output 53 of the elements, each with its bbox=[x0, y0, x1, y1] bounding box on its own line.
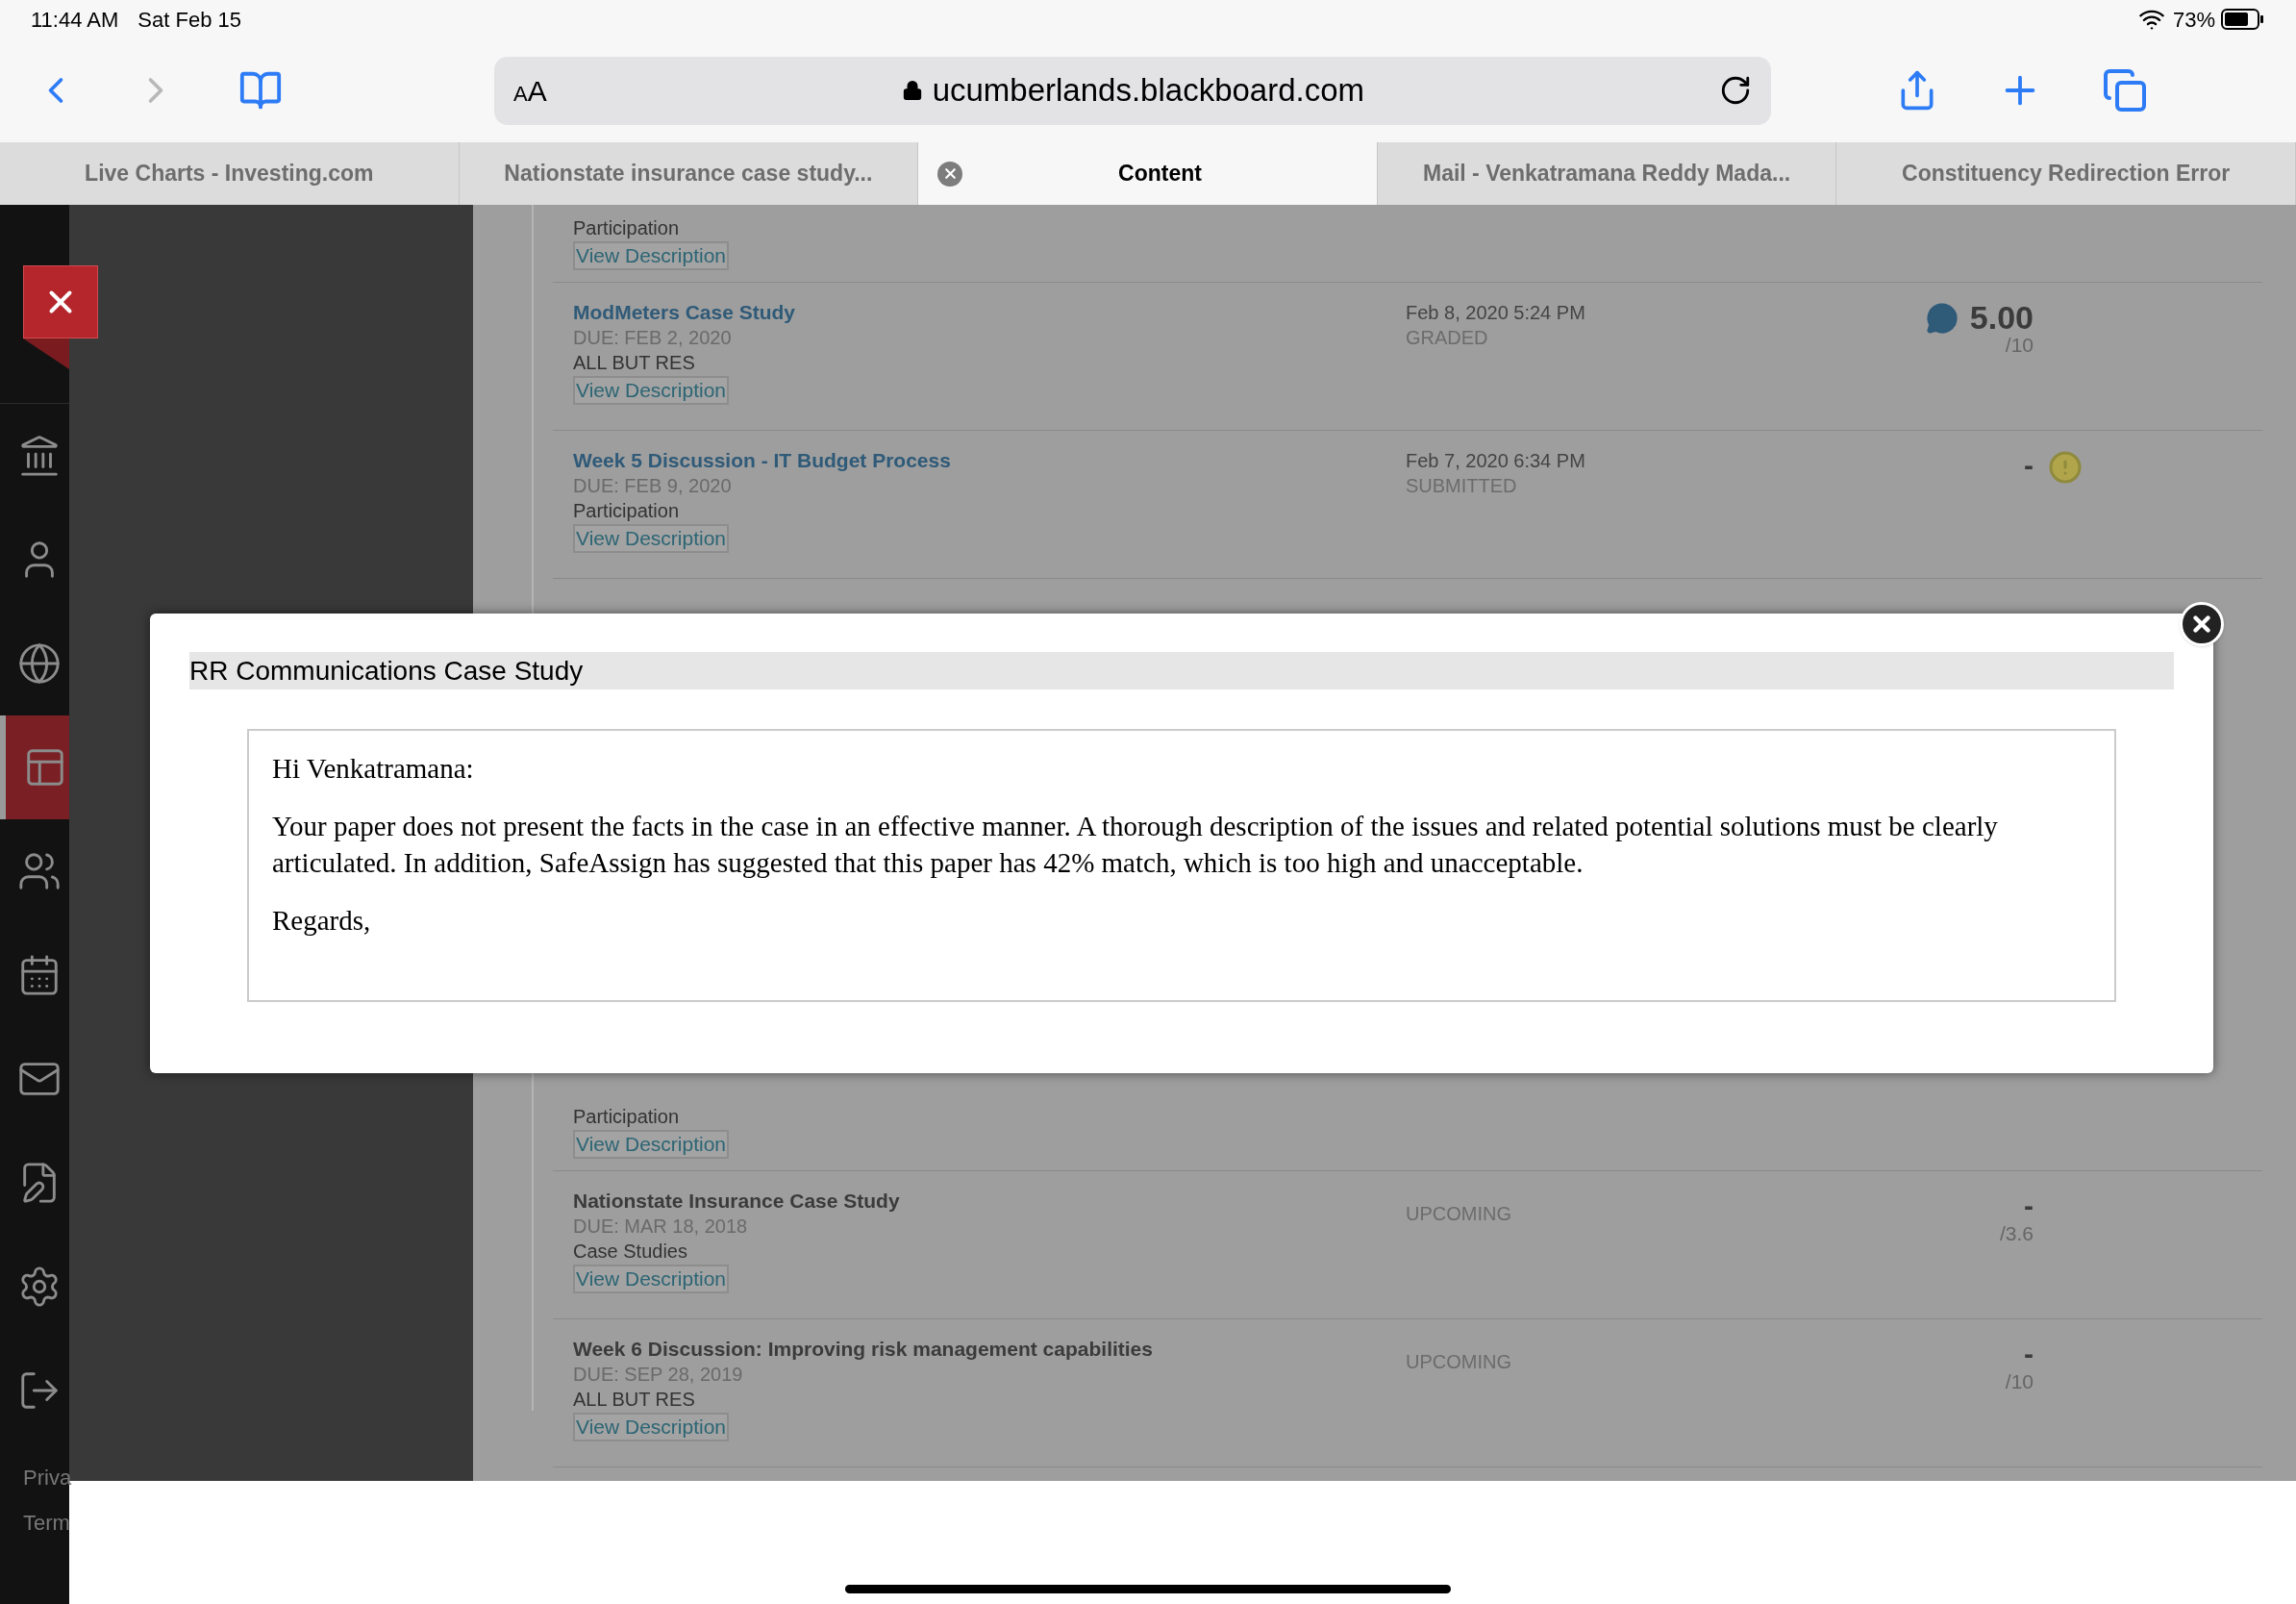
close-button[interactable] bbox=[23, 265, 98, 338]
feedback-text: Hi Venkatramana: bbox=[272, 752, 475, 786]
assignment-title: Week 6 Discussion: Improving risk management capabilities bbox=[573, 1337, 1154, 1362]
tabs-button[interactable] bbox=[2102, 67, 2148, 113]
view-description-link[interactable]: View Description bbox=[573, 1265, 729, 1293]
tab-title: Content bbox=[1117, 160, 1203, 188]
view-description-link[interactable]: View Description bbox=[573, 376, 729, 405]
submission-date: Feb 7, 2020 6:34 PM bbox=[1406, 449, 1586, 473]
grade-score: 5.00 bbox=[1969, 300, 2034, 335]
text-size-button[interactable]: AA bbox=[513, 68, 547, 113]
points-possible: /10 bbox=[2005, 335, 2034, 356]
category-label: ALL BUT RES bbox=[573, 1388, 696, 1412]
view-description-link[interactable]: View Description bbox=[573, 1130, 729, 1159]
grade-score: - bbox=[2024, 1337, 2034, 1371]
status-time: 11:44 AM bbox=[31, 6, 119, 34]
category-label: Participation bbox=[573, 1105, 681, 1129]
assignment-title: Nationstate Insurance Case Study bbox=[573, 1189, 901, 1214]
tab-title: Nationstate insurance case study... bbox=[503, 160, 874, 188]
feedback-text: Your paper does not present the facts in the case in an effective manner. A thorough description of the issues and related potential solutions must be clearly articulated. In addition, SafeAssign has suggested that this paper has 42% match, which is too high and unacceptable. bbox=[272, 810, 1999, 880]
category-label: Participation bbox=[573, 216, 681, 240]
sidebar-item[interactable] bbox=[0, 715, 69, 819]
grade-score: - bbox=[2024, 448, 2034, 483]
close-tab-icon[interactable] bbox=[937, 161, 963, 187]
points-possible: /3.6 bbox=[1999, 1223, 2034, 1244]
view-description-link[interactable]: View Description bbox=[573, 1413, 729, 1441]
lock-icon bbox=[901, 79, 923, 102]
view-description-link[interactable]: View Description bbox=[573, 524, 729, 553]
points-possible: /10 bbox=[2005, 1371, 2034, 1392]
address-bar[interactable]: AA ucumberlands.blackboard.com bbox=[494, 56, 1771, 125]
category-label: ALL BUT RES bbox=[573, 351, 696, 375]
category-label: Participation bbox=[573, 499, 681, 523]
footer-link[interactable]: Term bbox=[23, 1507, 69, 1539]
globe-icon bbox=[17, 641, 62, 686]
tab-title: Live Charts - Investing.com bbox=[84, 160, 375, 188]
grade-score: - bbox=[2024, 1189, 2034, 1223]
comment-icon[interactable] bbox=[1925, 302, 1959, 335]
tab-title: Constituency Redirection Error bbox=[1901, 160, 2232, 188]
assignment-title[interactable]: ModMeters Case Study bbox=[573, 300, 1406, 325]
battery-percent: 73% bbox=[2172, 6, 2215, 34]
tab-title: Mail - Venkatramana Reddy Mada... bbox=[1422, 160, 1792, 188]
category-label: Case Studies bbox=[573, 1240, 688, 1264]
assignment-title[interactable]: Week 5 Discussion - IT Budget Process bbox=[573, 448, 1406, 473]
ribbon-fold-drawing bbox=[23, 338, 69, 369]
feedback-text: Regards, bbox=[272, 904, 372, 938]
reload-button[interactable] bbox=[1719, 74, 1752, 107]
browser-tab[interactable]: Content bbox=[918, 142, 1378, 205]
url-text: ucumberlands.blackboard.com bbox=[932, 71, 1365, 111]
status-date: Sat Feb 15 bbox=[137, 6, 241, 34]
battery-icon bbox=[2221, 9, 2265, 30]
dialog-title: RR Communications Case Study bbox=[189, 652, 2174, 689]
submission-date: Feb 8, 2020 5:24 PM bbox=[1406, 301, 1586, 325]
view-description-link[interactable]: View Description bbox=[573, 241, 729, 270]
alert-icon bbox=[2048, 450, 2083, 485]
